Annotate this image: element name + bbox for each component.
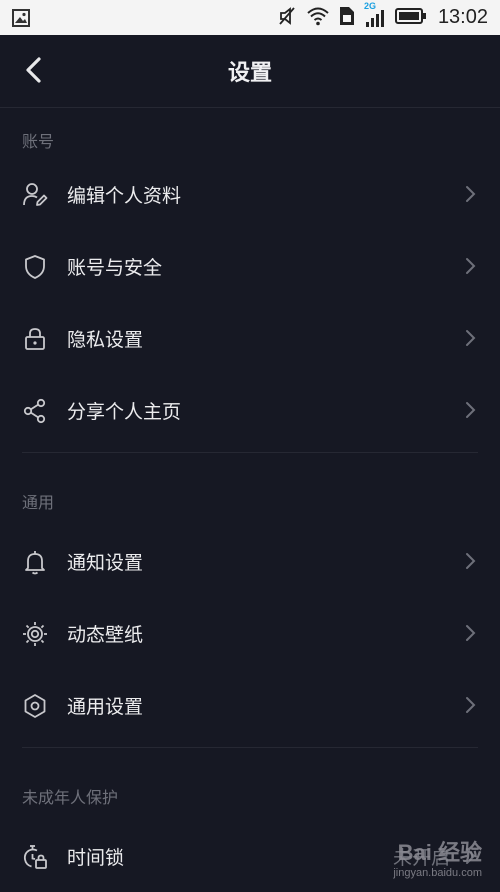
row-privacy-settings[interactable]: 隐私设置 [0, 302, 500, 374]
network-type: 2G [364, 1, 376, 11]
chevron-right-icon [464, 257, 476, 275]
row-label: 时间锁 [67, 843, 124, 870]
shield-icon [22, 254, 48, 280]
row-label: 动态壁纸 [67, 620, 143, 647]
watermark-brand: Bai 经验 [393, 835, 482, 867]
lock-icon [22, 326, 48, 352]
wifi-icon [306, 6, 330, 30]
status-bar: 2G 13:02 [0, 0, 500, 35]
status-time: 13:02 [438, 6, 488, 29]
row-label: 通用设置 [67, 692, 143, 719]
sim-icon [339, 6, 355, 30]
mute-icon [277, 6, 297, 30]
nav-bar: 设置 [0, 35, 500, 108]
row-share-profile[interactable]: 分享个人主页 [0, 374, 500, 446]
row-edit-profile[interactable]: 编辑个人资料 [0, 158, 500, 230]
battery-icon [395, 7, 427, 29]
bell-icon [22, 549, 48, 575]
chevron-right-icon [464, 329, 476, 347]
row-label: 通知设置 [67, 548, 143, 575]
baidu-watermark: Bai 经验 jingyan.baidu.com [393, 835, 482, 879]
row-label: 分享个人主页 [67, 397, 181, 424]
row-general-settings[interactable]: 通用设置 [0, 669, 500, 741]
signal-icon: 2G [364, 7, 386, 29]
row-label: 账号与安全 [67, 253, 162, 280]
share-icon [22, 398, 48, 424]
edit-profile-icon [22, 182, 48, 208]
chevron-right-icon [464, 401, 476, 419]
settings-hex-icon [22, 693, 48, 719]
section-header-general: 通用 [0, 453, 500, 525]
gallery-icon [12, 9, 30, 31]
section-header-minor-protection: 未成年人保护 [0, 748, 500, 820]
chevron-right-icon [464, 624, 476, 642]
chevron-right-icon [464, 552, 476, 570]
wallpaper-icon [22, 621, 48, 647]
chevron-right-icon [464, 696, 476, 714]
row-account-security[interactable]: 账号与安全 [0, 230, 500, 302]
section-header-account: 账号 [0, 108, 500, 158]
timer-lock-icon [22, 844, 48, 870]
page-title: 设置 [0, 55, 500, 87]
settings-list: 账号 编辑个人资料 账号与安全 [0, 108, 500, 892]
row-label: 隐私设置 [67, 325, 143, 352]
row-label: 编辑个人资料 [67, 181, 181, 208]
watermark-site: jingyan.baidu.com [393, 867, 482, 879]
row-live-wallpaper[interactable]: 动态壁纸 [0, 597, 500, 669]
chevron-right-icon [464, 185, 476, 203]
row-notification-settings[interactable]: 通知设置 [0, 525, 500, 597]
